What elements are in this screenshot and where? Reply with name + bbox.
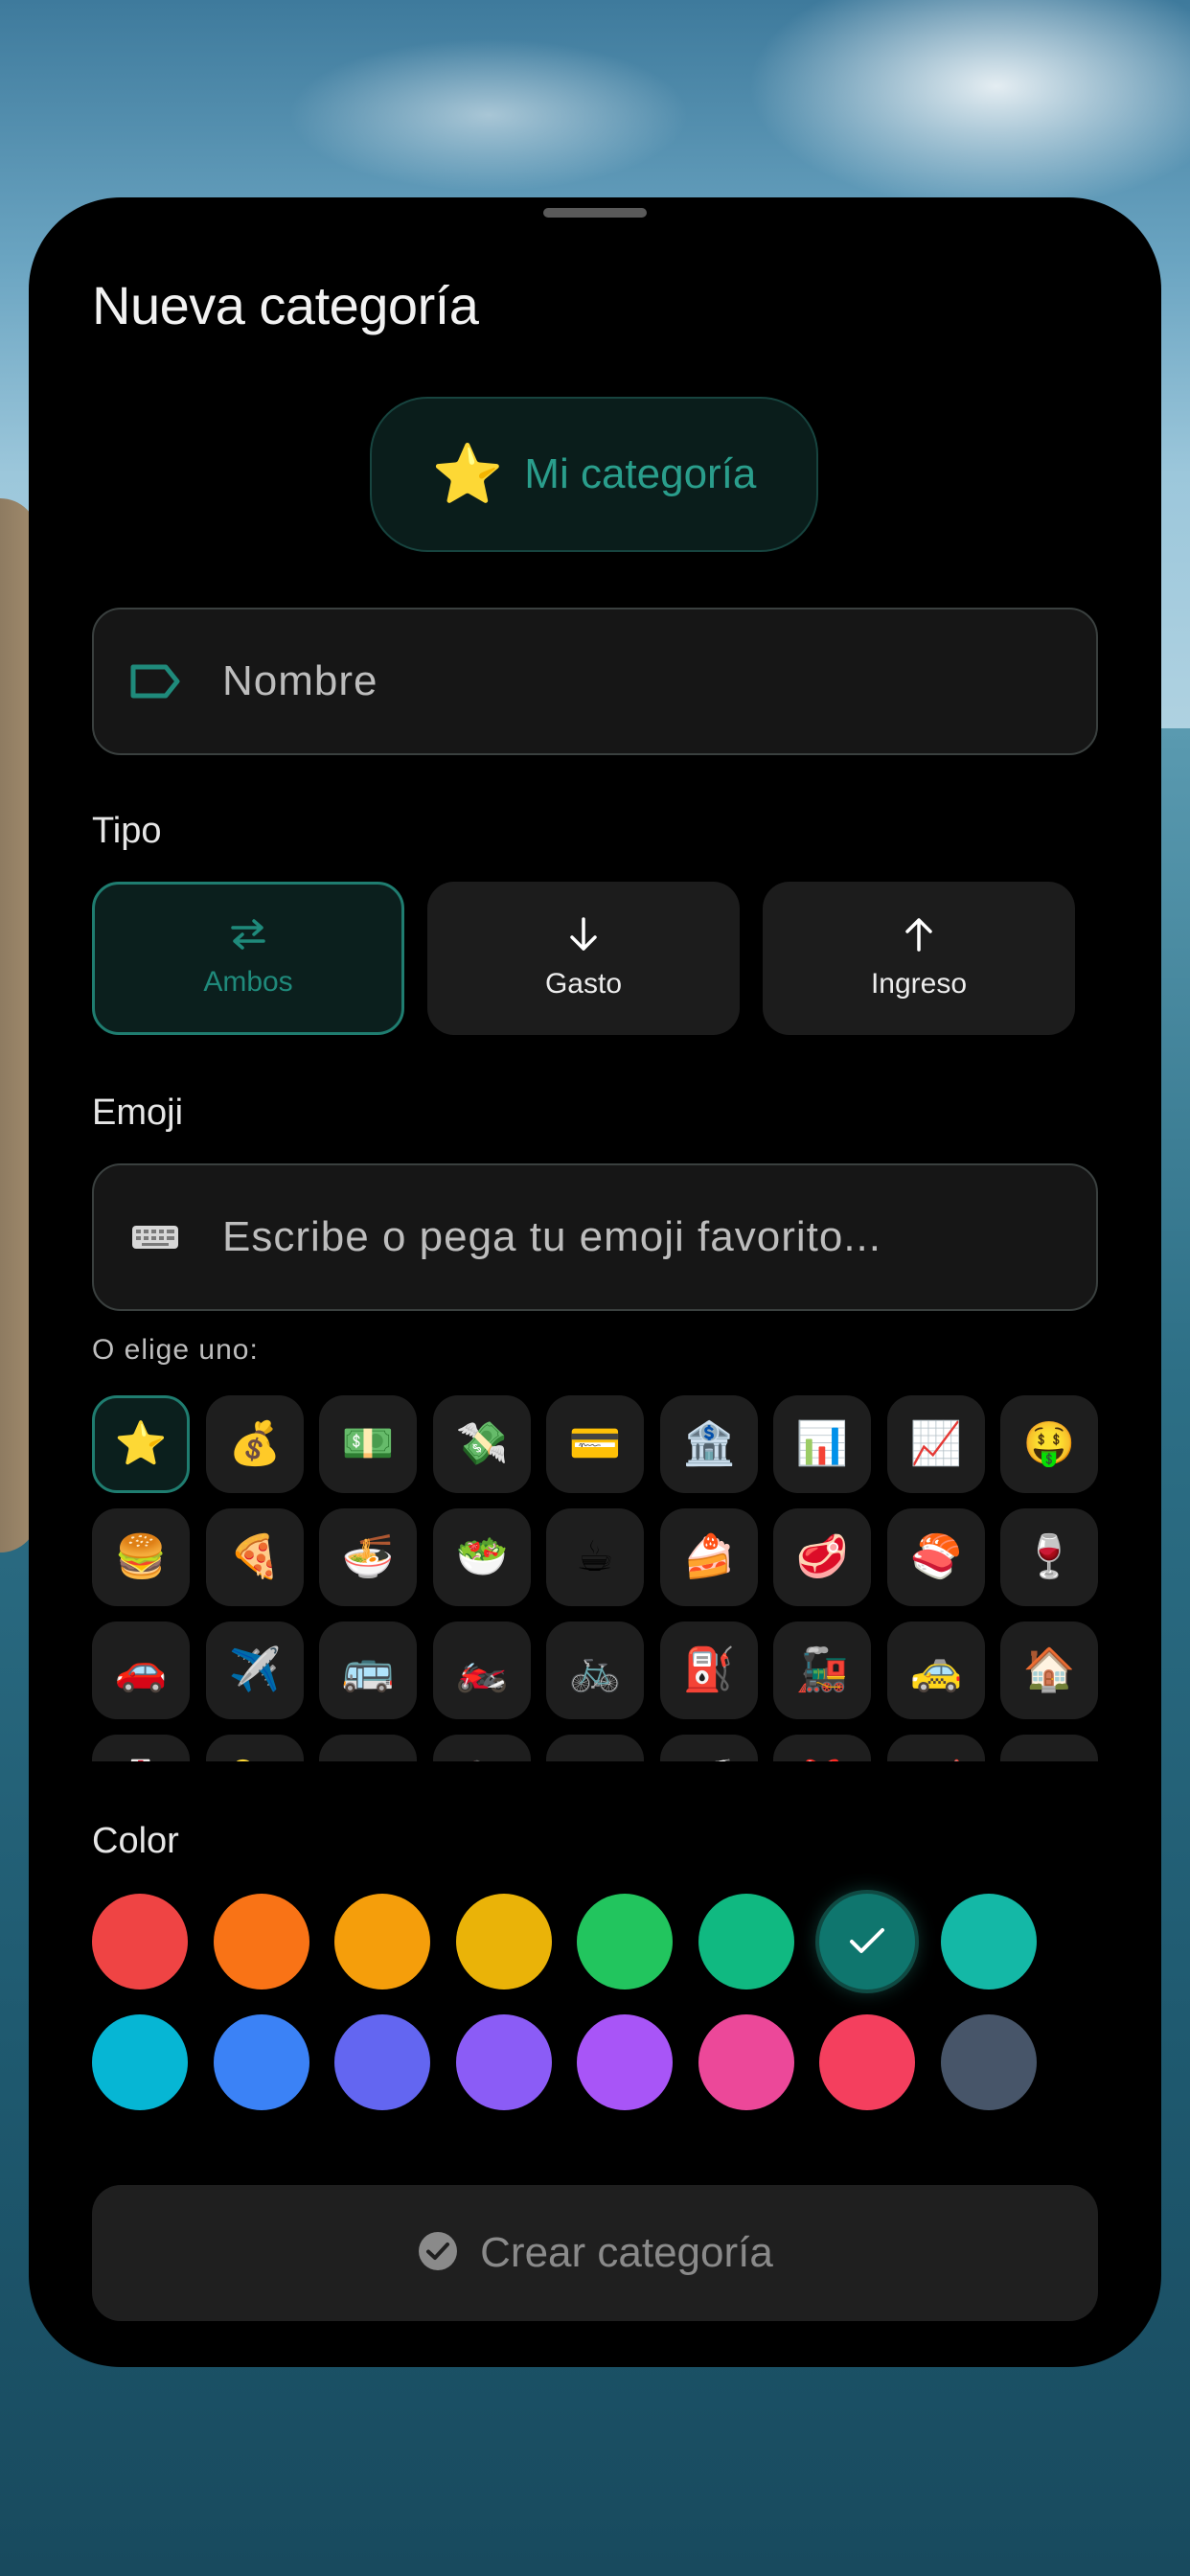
color-swatch[interactable] — [819, 2014, 915, 2110]
preview-label: Mi categoría — [524, 450, 757, 497]
emoji-option[interactable]: 🥩 — [773, 1508, 871, 1606]
arrow-down-icon — [567, 916, 600, 953]
type-option-gasto[interactable]: Gasto — [427, 882, 740, 1035]
color-label: Color — [92, 1821, 179, 1861]
arrow-up-icon — [903, 916, 935, 953]
create-button-label: Crear categoría — [480, 2229, 773, 2276]
emoji-option[interactable]: 💰 — [206, 1395, 304, 1493]
type-label: Tipo — [92, 811, 162, 851]
emoji-option[interactable]: 📈 — [887, 1395, 985, 1493]
emoji-option[interactable]: 🍷 — [1000, 1508, 1098, 1606]
type-option-label: Gasto — [544, 968, 623, 1000]
emoji-option[interactable]: 🍜 — [319, 1508, 417, 1606]
name-field[interactable] — [92, 608, 1098, 755]
tag-icon — [126, 653, 184, 710]
color-swatch[interactable] — [455, 2014, 552, 2110]
category-preview: ⭐ Mi categoría — [370, 397, 818, 552]
sheet-grabber[interactable] — [543, 208, 647, 218]
color-swatch[interactable] — [698, 1894, 794, 1990]
color-swatch[interactable] — [940, 1894, 1037, 1990]
color-swatch[interactable] — [213, 1894, 309, 1990]
emoji-option[interactable]: 🍰 — [660, 1508, 758, 1606]
emoji-option[interactable]: 🚗 — [92, 1622, 190, 1719]
emoji-option[interactable]: 🛒 — [887, 1735, 985, 1761]
swap-arrows-icon — [229, 918, 267, 951]
emoji-option[interactable]: 🏍️ — [433, 1622, 531, 1719]
color-swatch[interactable] — [819, 1894, 915, 1990]
emoji-option[interactable]: 🚕 — [887, 1622, 985, 1719]
type-option-ambos[interactable]: Ambos — [92, 882, 404, 1035]
emoji-option[interactable]: ⭐ — [92, 1395, 190, 1493]
emoji-option[interactable]: ✈️ — [206, 1622, 304, 1719]
color-swatch[interactable] — [698, 2014, 794, 2110]
emoji-option[interactable]: ☕ — [546, 1508, 644, 1606]
emoji-option[interactable]: 📊 — [773, 1395, 871, 1493]
emoji-option[interactable]: 🚂 — [773, 1622, 871, 1719]
emoji-option[interactable]: 📚 — [433, 1735, 531, 1761]
choose-emoji-label: O elige uno: — [92, 1334, 259, 1366]
type-option-ingreso[interactable]: Ingreso — [763, 882, 1075, 1035]
type-option-label: Ambos — [203, 966, 293, 998]
keyboard-icon — [126, 1208, 184, 1266]
emoji-option[interactable]: 🍔 — [92, 1508, 190, 1606]
type-option-label: Ingreso — [870, 968, 968, 1000]
emoji-option[interactable]: 🏥 — [92, 1735, 190, 1761]
color-swatch[interactable] — [940, 2014, 1037, 2110]
emoji-option[interactable]: 💵 — [319, 1395, 417, 1493]
check-circle-icon — [417, 2230, 459, 2277]
emoji-option[interactable]: 💊 — [206, 1735, 304, 1761]
name-input[interactable] — [222, 657, 1065, 705]
color-swatch[interactable] — [455, 1894, 552, 1990]
emoji-option[interactable]: 🚲 — [546, 1622, 644, 1719]
emoji-option[interactable]: 💳 — [546, 1395, 644, 1493]
emoji-option[interactable]: 🎮 — [546, 1735, 644, 1761]
preview-emoji: ⭐ — [431, 442, 504, 506]
emoji-option[interactable]: 🍣 — [887, 1508, 985, 1606]
color-swatch[interactable] — [92, 1894, 188, 1990]
color-swatch[interactable] — [577, 2014, 673, 2110]
emoji-option[interactable]: 🚌 — [319, 1622, 417, 1719]
emoji-label: Emoji — [92, 1092, 184, 1133]
emoji-option[interactable]: 👕 — [1000, 1735, 1098, 1761]
emoji-option[interactable]: ⛽ — [660, 1622, 758, 1719]
sheet-title: Nueva categoría — [92, 275, 479, 335]
emoji-option[interactable]: 🏠 — [1000, 1622, 1098, 1719]
emoji-option[interactable]: 🏦 — [660, 1395, 758, 1493]
color-swatch[interactable] — [213, 2014, 309, 2110]
emoji-option[interactable]: 💸 — [433, 1395, 531, 1493]
emoji-option[interactable]: 🍕 — [206, 1508, 304, 1606]
emoji-input[interactable] — [222, 1213, 1065, 1261]
emoji-option[interactable]: 🎓 — [319, 1735, 417, 1761]
emoji-field[interactable] — [92, 1163, 1098, 1311]
color-swatch[interactable] — [577, 1894, 673, 1990]
emoji-grid[interactable]: ⭐💰💵💸💳🏦📊📈🤑 🍔🍕🍜🥗☕🍰🥩🍣🍷 🚗✈️🚌🏍️🚲⛽🚂🚕🏠 🏥 💊 🎓 📚 🎮 🎬 🎁 🛒 👕 — [92, 1395, 1098, 1761]
color-swatch[interactable] — [334, 1894, 430, 1990]
color-swatch[interactable] — [334, 2014, 430, 2110]
emoji-option[interactable]: 🎁 — [773, 1735, 871, 1761]
color-swatch[interactable] — [92, 2014, 188, 2110]
new-category-sheet: Nueva categoría ⭐ Mi categoría Tipo Ambo… — [29, 197, 1161, 2367]
emoji-option[interactable]: 🎬 — [660, 1735, 758, 1761]
emoji-option[interactable]: 🥗 — [433, 1508, 531, 1606]
create-category-button[interactable]: Crear categoría — [92, 2185, 1098, 2321]
cloud — [287, 38, 690, 192]
emoji-option[interactable]: 🤑 — [1000, 1395, 1098, 1493]
checkmark-icon — [850, 1928, 884, 1953]
